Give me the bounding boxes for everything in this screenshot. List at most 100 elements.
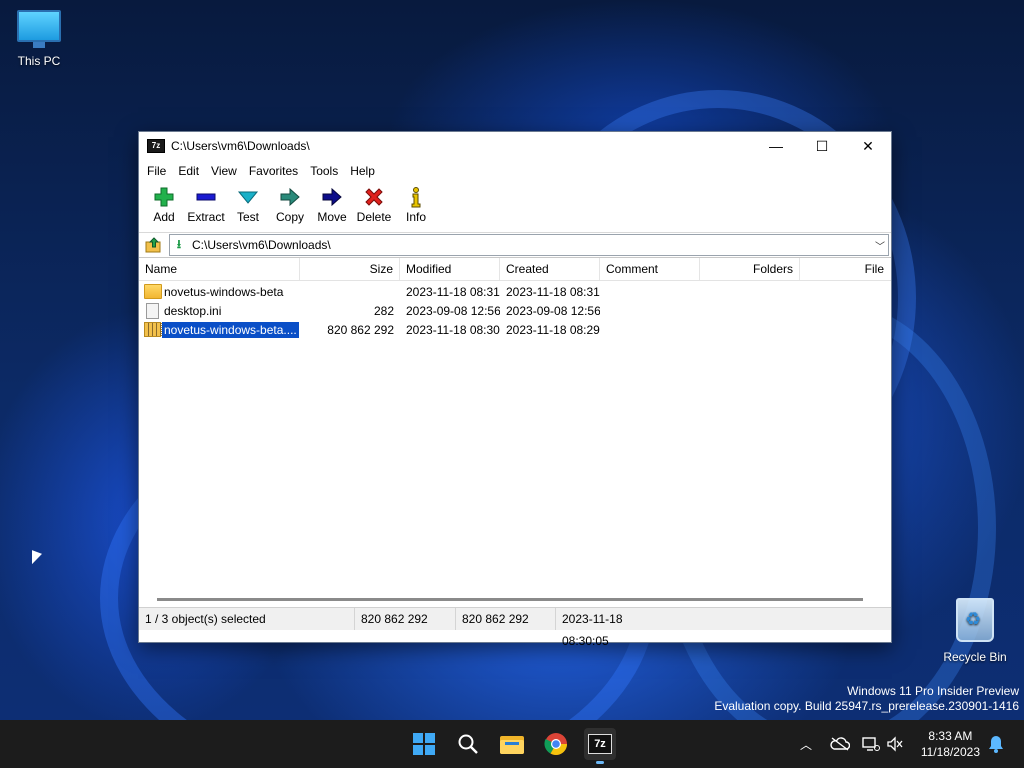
file-explorer-icon: [500, 736, 524, 754]
7zip-app-icon: 7z: [147, 139, 165, 153]
test-button[interactable]: Test: [227, 182, 269, 224]
test-check-icon: [227, 186, 269, 208]
zip-archive-icon: [144, 322, 162, 337]
folder-up-icon: [145, 237, 161, 253]
status-size: 820 862 292: [355, 608, 456, 630]
title-bar[interactable]: 7z C:\Users\vm6\Downloads\ — ☐ ✕: [139, 132, 891, 160]
desktop-icon-label: Recycle Bin: [943, 650, 1007, 664]
desktop-icon-label: This PC: [17, 54, 61, 68]
column-header-files[interactable]: File: [800, 258, 890, 280]
info-label: Info: [405, 210, 426, 224]
menu-favorites[interactable]: Favorites: [243, 164, 304, 178]
file-list[interactable]: Name Size Modified Created Comment Folde…: [139, 258, 891, 608]
folder-icon: [144, 284, 162, 299]
column-header-row: Name Size Modified Created Comment Folde…: [139, 258, 891, 281]
delete-button[interactable]: Delete: [353, 182, 395, 224]
cell-created: 2023-09-08 12:56: [506, 303, 600, 318]
7zip-taskbar-button[interactable]: 7z: [584, 728, 616, 764]
column-header-modified[interactable]: Modified: [400, 258, 500, 280]
menu-edit[interactable]: Edit: [172, 164, 205, 178]
notification-area: [988, 720, 1004, 768]
menu-tools[interactable]: Tools: [304, 164, 344, 178]
minimize-button[interactable]: —: [753, 132, 799, 160]
file-rows: novetus-windows-beta 2023-11-18 08:31 20…: [139, 281, 891, 339]
menu-view[interactable]: View: [205, 164, 243, 178]
delete-label: Delete: [356, 210, 392, 224]
cell-created: 2023-11-18 08:31: [506, 284, 600, 299]
start-button[interactable]: [408, 728, 440, 760]
close-button[interactable]: ✕: [845, 132, 891, 160]
move-arrow-icon: [311, 186, 353, 208]
chrome-button[interactable]: [540, 728, 572, 760]
file-name: novetus-windows-beta....: [161, 321, 300, 338]
info-button[interactable]: Info: [395, 182, 437, 224]
table-row-selected[interactable]: novetus-windows-beta.... 820 862 292 202…: [139, 320, 891, 339]
desktop-icon-this-pc[interactable]: This PC: [4, 10, 74, 68]
move-label: Move: [317, 210, 347, 224]
add-button[interactable]: Add: [143, 182, 185, 224]
clock-date: 11/18/2023: [920, 745, 980, 759]
network-icon[interactable]: [862, 736, 880, 752]
path-text: C:\Users\vm6\Downloads\: [192, 238, 331, 252]
window-title: C:\Users\vm6\Downloads\: [171, 139, 310, 153]
move-button[interactable]: Move: [311, 182, 353, 224]
watermark-line: Windows 11 Pro Insider Preview: [847, 684, 1019, 698]
mouse-cursor-icon: [32, 550, 42, 568]
this-pc-icon: [17, 10, 61, 48]
evaluation-watermark: Windows 11 Pro Insider Preview Evaluatio…: [714, 684, 1019, 714]
cell-name: novetus-windows-beta....: [139, 321, 300, 338]
system-tray: ︿: [798, 720, 904, 768]
cell-name: novetus-windows-beta: [139, 284, 300, 299]
taskbar: 7z ︿ 8:33 AM 11/18/2023: [0, 720, 1024, 768]
cell-size: 282: [373, 303, 394, 318]
clock-time: 8:33 AM: [928, 729, 973, 743]
chevron-down-icon[interactable]: ﹀: [872, 238, 888, 253]
column-header-created[interactable]: Created: [500, 258, 600, 280]
recycle-bin-icon: [956, 598, 994, 642]
download-icon: ⭳: [176, 236, 182, 251]
cell-modified: 2023-11-18 08:30: [406, 322, 500, 337]
column-header-folders[interactable]: Folders: [700, 258, 800, 280]
test-label: Test: [236, 210, 259, 224]
info-icon: [395, 186, 437, 208]
path-field[interactable]: ⭳ C:\Users\vm6\Downloads\ ﹀: [169, 234, 889, 256]
folder-up-button[interactable]: [139, 234, 169, 256]
menu-file[interactable]: File: [141, 164, 172, 178]
start-icon: [413, 733, 435, 755]
file-name: desktop.ini: [164, 303, 222, 318]
cell-name: desktop.ini: [139, 302, 300, 319]
file-explorer-button[interactable]: [496, 728, 528, 760]
cell-modified: 2023-11-18 08:31: [406, 284, 500, 299]
add-label: Add: [153, 210, 175, 224]
copy-button[interactable]: Copy: [269, 182, 311, 224]
status-selected-count: 1 / 3 object(s) selected: [139, 608, 355, 630]
delete-x-icon: [353, 186, 395, 208]
volume-muted-icon[interactable]: [886, 736, 904, 752]
menu-help[interactable]: Help: [344, 164, 381, 178]
table-row[interactable]: desktop.ini 282 2023-09-08 12:56 2023-09…: [139, 301, 891, 320]
column-header-size[interactable]: Size: [300, 258, 400, 280]
table-row[interactable]: novetus-windows-beta 2023-11-18 08:31 20…: [139, 282, 891, 301]
onedrive-offline-icon[interactable]: [830, 737, 850, 751]
cell-modified: 2023-09-08 12:56: [406, 303, 500, 318]
add-plus-icon: [143, 186, 185, 208]
search-icon: [458, 734, 478, 754]
toolbar: Add Extract Test Copy Move Delete Info: [139, 182, 891, 233]
extract-button[interactable]: Extract: [185, 182, 227, 224]
maximize-button[interactable]: ☐: [799, 132, 845, 160]
address-bar: ⭳ C:\Users\vm6\Downloads\ ﹀: [139, 233, 891, 258]
clock[interactable]: 8:33 AM 11/18/2023: [921, 728, 980, 760]
cell-created: 2023-11-18 08:29: [506, 322, 600, 337]
desktop-icon-recycle-bin[interactable]: Recycle Bin: [940, 598, 1010, 664]
column-header-name[interactable]: Name: [139, 258, 300, 280]
status-bar: 1 / 3 object(s) selected 820 862 292 820…: [139, 608, 891, 648]
column-header-comment[interactable]: Comment: [600, 258, 700, 280]
search-button[interactable]: [452, 728, 484, 760]
chevron-up-icon[interactable]: ︿: [798, 736, 814, 753]
cell-size: 820 862 292: [327, 322, 394, 337]
horizontal-scrollbar[interactable]: [157, 598, 863, 601]
status-date: 2023-11-18 08:30:05: [562, 612, 623, 648]
extract-label: Extract: [187, 210, 225, 224]
notification-bell-icon[interactable]: [988, 735, 1004, 753]
active-app-indicator: [596, 761, 604, 764]
